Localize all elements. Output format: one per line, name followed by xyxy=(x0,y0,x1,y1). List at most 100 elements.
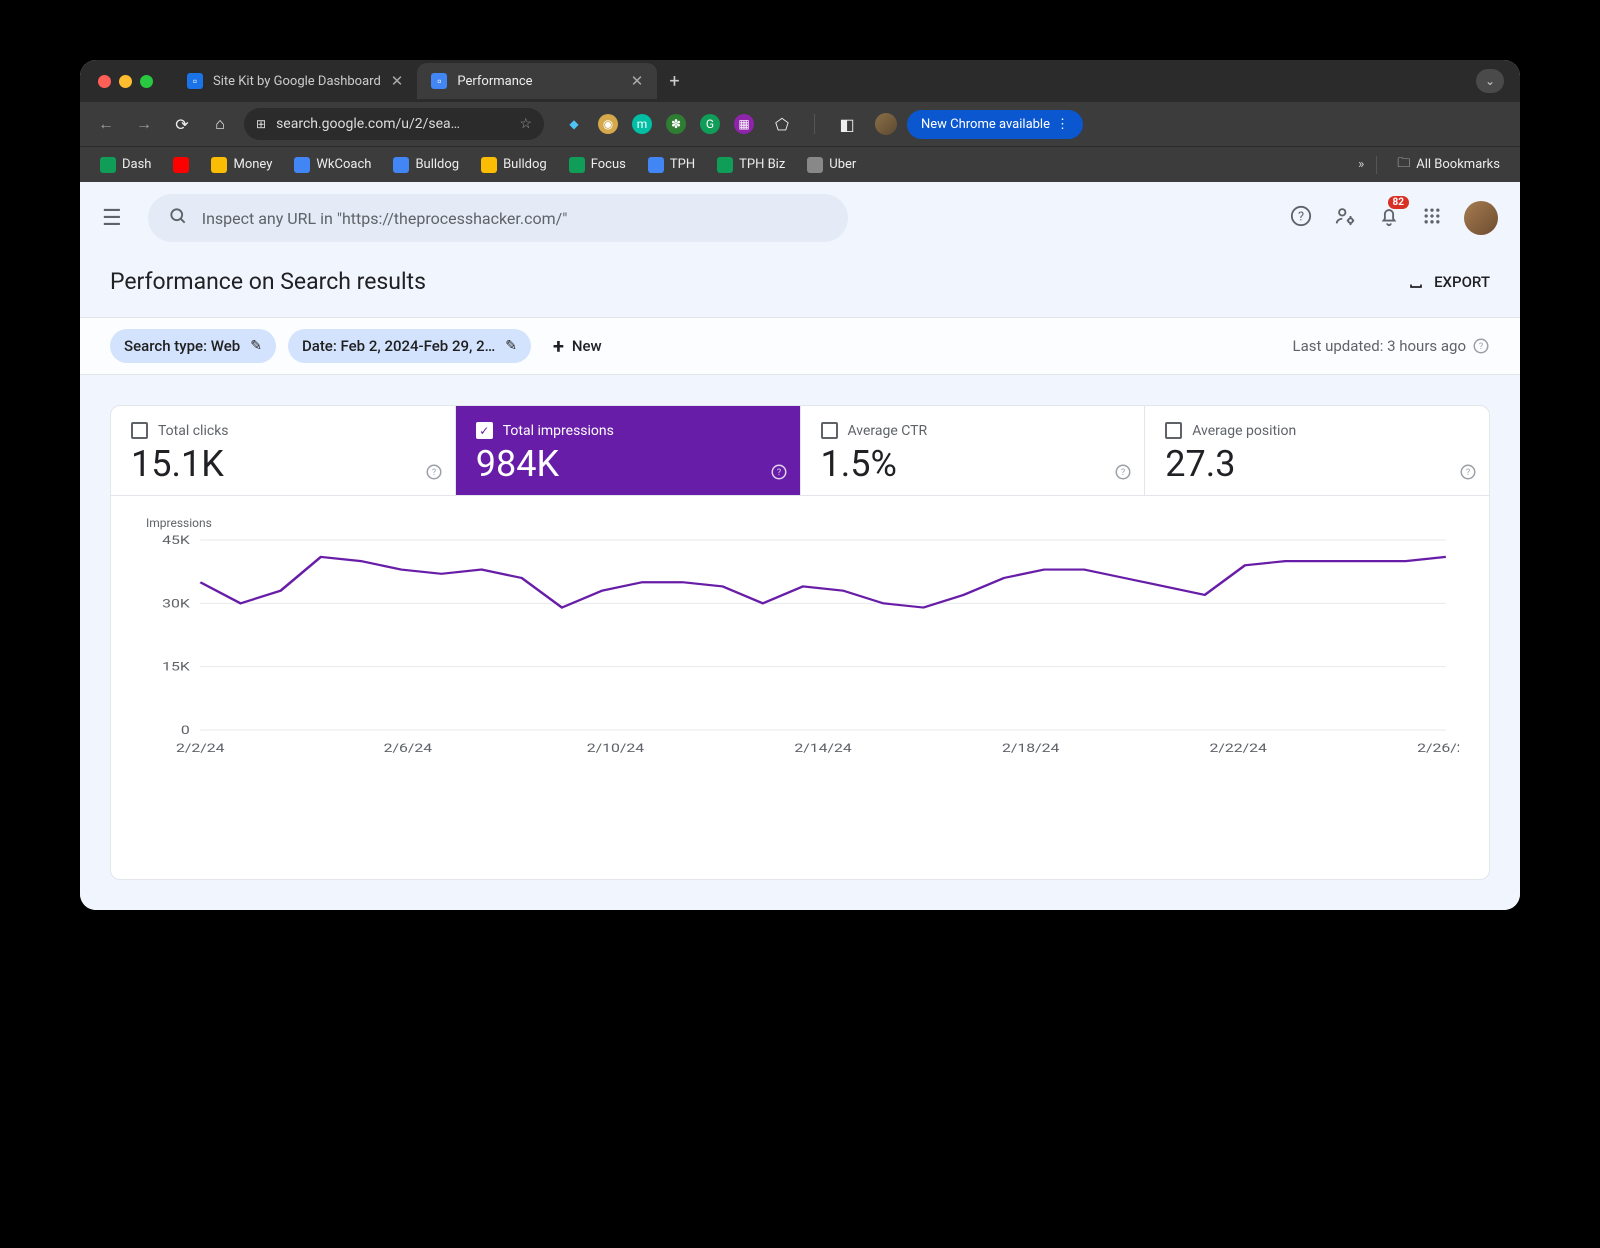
metric-checkbox[interactable]: ✓ xyxy=(476,422,493,439)
bookmark-favicon xyxy=(173,157,189,173)
folder-icon: 🗀 xyxy=(1397,154,1410,176)
forward-button[interactable]: → xyxy=(130,110,158,138)
profile-avatar-toolbar[interactable] xyxy=(875,113,897,135)
bookmark-favicon xyxy=(393,157,409,173)
svg-text:?: ? xyxy=(1479,342,1483,352)
bookmark-item[interactable]: Focus xyxy=(561,153,634,177)
metric-tab[interactable]: ✓ Average CTR 1.5% ? xyxy=(801,406,1146,495)
extension-icons: ◆ ◉ m ✽ G ▦ ⬠ ◧ xyxy=(564,110,897,138)
bookmark-favicon xyxy=(481,157,497,173)
home-button[interactable]: ⌂ xyxy=(206,110,234,138)
metric-label: Total clicks xyxy=(158,423,229,439)
bookmark-item[interactable]: Bulldog xyxy=(385,153,467,177)
bookmark-favicon xyxy=(807,157,823,173)
bookmark-item[interactable]: Bulldog xyxy=(473,153,555,177)
export-label: EXPORT xyxy=(1434,273,1490,291)
all-bookmarks-button[interactable]: 🗀 All Bookmarks xyxy=(1389,150,1508,180)
url-inspect-input[interactable]: Inspect any URL in "https://theprocessha… xyxy=(148,194,848,242)
side-panel-button[interactable]: ◧ xyxy=(833,110,861,138)
last-updated: Last updated: 3 hours ago ? xyxy=(1292,337,1490,355)
metric-label: Average position xyxy=(1192,423,1296,439)
new-filter-button[interactable]: + New xyxy=(543,334,612,358)
metric-tab[interactable]: ✓ Total clicks 15.1K ? xyxy=(111,406,456,495)
bookmark-divider xyxy=(1376,156,1377,174)
ext-icon-1[interactable]: ◆ xyxy=(564,114,584,134)
kebab-icon: ⋮ xyxy=(1056,117,1069,132)
account-avatar[interactable] xyxy=(1464,201,1498,235)
header-actions: ? 82 xyxy=(1290,201,1498,235)
ext-icon-4[interactable]: ✽ xyxy=(666,114,686,134)
date-range-chip[interactable]: Date: Feb 2, 2024-Feb 29, 2… ✎ xyxy=(288,329,531,363)
bookmark-label: Focus xyxy=(591,157,626,172)
bookmark-item[interactable]: Uber xyxy=(799,153,864,177)
svg-text:2/2/24: 2/2/24 xyxy=(176,742,225,756)
users-settings-icon[interactable] xyxy=(1334,205,1356,232)
tab-search-button[interactable]: ⌄ xyxy=(1476,69,1504,93)
bookmark-item[interactable]: WkCoach xyxy=(286,153,379,177)
address-bar[interactable]: ⊞ search.google.com/u/2/sea… ☆ xyxy=(244,108,544,140)
export-button[interactable]: EXPORT xyxy=(1406,272,1490,292)
metric-tab[interactable]: ✓ Average position 27.3 ? xyxy=(1145,406,1489,495)
hamburger-menu-icon[interactable]: ☰ xyxy=(102,206,122,231)
site-settings-icon[interactable]: ⊞ xyxy=(256,117,266,131)
all-bookmarks-label: All Bookmarks xyxy=(1416,157,1500,172)
minimize-window-icon[interactable] xyxy=(119,75,132,88)
new-tab-button[interactable]: + xyxy=(657,71,691,92)
search-type-chip[interactable]: Search type: Web ✎ xyxy=(110,329,276,363)
notifications-icon[interactable]: 82 xyxy=(1378,205,1400,232)
ext-icon-3[interactable]: m xyxy=(632,114,652,134)
edit-icon: ✎ xyxy=(250,338,262,354)
url-text: search.google.com/u/2/sea… xyxy=(276,116,460,132)
bookmark-favicon xyxy=(100,157,116,173)
back-button[interactable]: ← xyxy=(92,110,120,138)
metric-checkbox[interactable]: ✓ xyxy=(1165,422,1182,439)
bookmark-label: TPH xyxy=(670,157,695,172)
browser-window: ▫ Site Kit by Google Dashboard ✕▫ Perfor… xyxy=(80,60,1520,910)
svg-text:?: ? xyxy=(1466,468,1470,478)
chart-area: Impressions 015K30K45K2/2/242/6/242/10/2… xyxy=(111,496,1489,879)
bookmark-item[interactable]: Dash xyxy=(92,153,159,177)
browser-tab[interactable]: ▫ Performance ✕ xyxy=(417,63,657,99)
bookmark-favicon xyxy=(648,157,664,173)
maximize-window-icon[interactable] xyxy=(140,75,153,88)
date-range-label: Date: Feb 2, 2024-Feb 29, 2… xyxy=(302,337,495,355)
svg-text:45K: 45K xyxy=(162,534,190,548)
close-window-icon[interactable] xyxy=(98,75,111,88)
reload-button[interactable]: ⟳ xyxy=(168,110,196,138)
apps-grid-icon[interactable] xyxy=(1422,206,1442,231)
help-icon[interactable]: ? xyxy=(1459,463,1477,485)
ext-icon-6[interactable]: ▦ xyxy=(734,114,754,134)
bookmark-item[interactable]: TPH xyxy=(640,153,703,177)
ext-icon-5[interactable]: G xyxy=(700,114,720,134)
bookmarks-overflow-icon[interactable]: » xyxy=(1358,157,1364,172)
metric-checkbox[interactable]: ✓ xyxy=(131,422,148,439)
bookmark-item[interactable]: TPH Biz xyxy=(709,153,793,177)
svg-text:2/26/24: 2/26/24 xyxy=(1417,742,1459,756)
metric-checkbox[interactable]: ✓ xyxy=(821,422,838,439)
ext-icon-2[interactable]: ◉ xyxy=(598,114,618,134)
impressions-chart[interactable]: 015K30K45K2/2/242/6/242/10/242/14/242/18… xyxy=(141,530,1459,760)
bookmark-item[interactable] xyxy=(165,153,197,177)
close-tab-icon[interactable]: ✕ xyxy=(391,72,404,90)
svg-text:?: ? xyxy=(776,468,780,478)
extensions-button[interactable]: ⬠ xyxy=(768,110,796,138)
chrome-update-button[interactable]: New Chrome available ⋮ xyxy=(907,110,1083,139)
chrome-titlebar: ▫ Site Kit by Google Dashboard ✕▫ Perfor… xyxy=(80,60,1520,182)
browser-toolbar: ← → ⟳ ⌂ ⊞ search.google.com/u/2/sea… ☆ ◆… xyxy=(80,102,1520,146)
metric-value: 15.1K xyxy=(131,443,435,485)
star-icon[interactable]: ☆ xyxy=(519,116,532,132)
browser-tab[interactable]: ▫ Site Kit by Google Dashboard ✕ xyxy=(173,63,417,99)
help-icon[interactable]: ? xyxy=(1290,205,1312,232)
bookmark-favicon xyxy=(294,157,310,173)
metric-tab[interactable]: ✓ Total impressions 984K ? xyxy=(456,406,801,495)
help-icon[interactable]: ? xyxy=(770,463,788,485)
svg-text:0: 0 xyxy=(181,724,190,738)
help-icon[interactable]: ? xyxy=(425,463,443,485)
svg-text:2/22/24: 2/22/24 xyxy=(1210,742,1268,756)
help-icon[interactable]: ? xyxy=(1114,463,1132,485)
info-icon[interactable]: ? xyxy=(1472,337,1490,355)
bookmark-item[interactable]: Money xyxy=(203,153,280,177)
svg-text:2/10/24: 2/10/24 xyxy=(587,742,645,756)
svg-text:2/14/24: 2/14/24 xyxy=(794,742,852,756)
close-tab-icon[interactable]: ✕ xyxy=(631,72,644,90)
